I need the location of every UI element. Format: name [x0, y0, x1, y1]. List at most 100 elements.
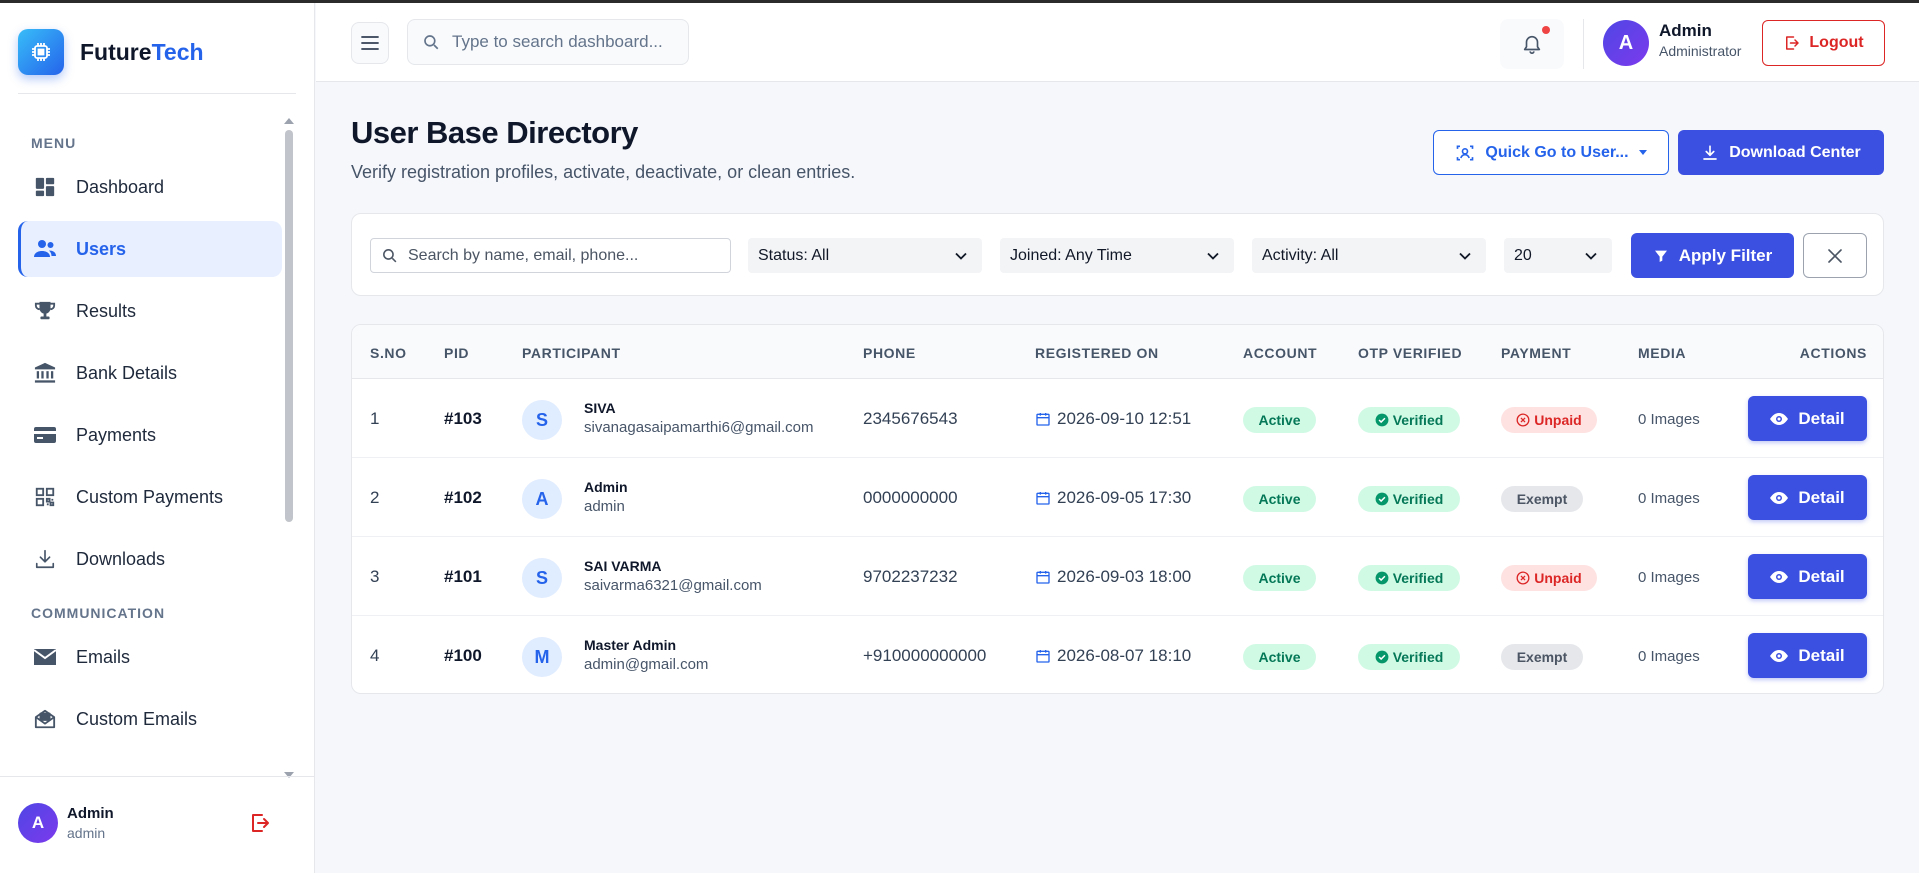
sidebar-scrollbar[interactable] [284, 118, 294, 778]
otp-verified-badge: Verified [1358, 644, 1460, 670]
calendar-icon [1036, 413, 1050, 426]
header-user-role: Administrator [1659, 43, 1742, 59]
calendar-icon [1036, 571, 1050, 584]
sidebar-item-label: Users [76, 238, 127, 259]
trophy-icon [32, 298, 58, 324]
user-search[interactable] [370, 238, 731, 273]
download-icon [1703, 144, 1718, 160]
sidebar-item-results[interactable]: Results [18, 283, 282, 339]
avatar: M [522, 637, 562, 677]
credit-card-icon [32, 422, 58, 448]
activity-filter-select[interactable]: Activity: All [1252, 238, 1486, 273]
logout-button[interactable]: Logout [1762, 20, 1885, 66]
avatar: S [522, 400, 562, 440]
registered-on: 2026-09-03 18:00 [1035, 567, 1191, 587]
detail-button[interactable]: Detail [1748, 554, 1867, 599]
search-icon [424, 35, 439, 50]
sidebar-item-label: Custom Payments [76, 486, 224, 507]
envelope-icon [32, 644, 58, 670]
media-count: 0 Images [1638, 648, 1700, 665]
scroll-up-arrow[interactable] [284, 118, 294, 124]
row-serial: 3 [370, 567, 380, 586]
dashboard-search[interactable] [407, 19, 689, 65]
sidebar-item-custom-emails[interactable]: Custom Emails [18, 691, 282, 747]
account-status-badge: Active [1243, 486, 1316, 512]
table-header: S.NO PID PARTICIPANT PHONE REGISTERED ON ACCO… [352, 325, 1883, 379]
row-pid: #101 [444, 567, 482, 586]
close-icon [1828, 248, 1842, 263]
check-circle-icon [1375, 413, 1389, 427]
search-icon [383, 249, 397, 263]
top-header: A Admin Administrator Logout [316, 3, 1919, 82]
account-status-badge: Active [1243, 407, 1316, 433]
download-center-button[interactable]: Download Center [1678, 130, 1884, 175]
sidebar-user: A Admin admin [0, 776, 315, 873]
notifications-button[interactable] [1500, 19, 1564, 69]
column-header-payment: PAYMENT [1501, 345, 1572, 361]
x-circle-icon [1516, 413, 1530, 427]
payment-status-badge: Exempt [1501, 644, 1583, 670]
bell-icon [1523, 35, 1541, 54]
logout-icon [1786, 36, 1800, 50]
payment-status-badge: Unpaid [1501, 407, 1597, 433]
quick-go-to-user-dropdown[interactable]: Quick Go to User... [1433, 130, 1669, 175]
page-subtitle: Verify registration profiles, activate, … [351, 162, 856, 182]
row-serial: 4 [370, 646, 380, 665]
brand[interactable]: FutureTech [18, 29, 204, 75]
sidebar-item-label: Dashboard [76, 176, 165, 197]
row-serial: 2 [370, 488, 380, 507]
sidebar-item-downloads[interactable]: Downloads [18, 531, 282, 587]
table-row: 2 #102 A Admin admin 0000000000 2026-09-05 17:… [352, 458, 1883, 537]
sidebar-item-label: Payments [76, 424, 157, 445]
clear-filter-button[interactable] [1803, 233, 1867, 278]
row-pid: #103 [444, 409, 482, 428]
avatar[interactable]: A [1603, 20, 1649, 66]
divider [1583, 19, 1584, 69]
table-row: 4 #100 M Master Admin admin@gmail.com +910000… [352, 616, 1883, 693]
sidebar-item-dashboard[interactable]: Dashboard [18, 159, 282, 215]
chevron-down-icon [1207, 252, 1219, 260]
chip-icon [18, 29, 64, 75]
table-row: 3 #101 S SAI VARMA saivarma6321@gmail.com 970… [352, 537, 1883, 616]
eye-icon [1770, 570, 1789, 583]
dashboard-search-input[interactable] [452, 32, 672, 52]
detail-button[interactable]: Detail [1748, 633, 1867, 678]
otp-verified-badge: Verified [1358, 565, 1460, 591]
sidebar-item-custom-payments[interactable]: Custom Payments [18, 469, 282, 525]
menu-toggle-button[interactable] [351, 22, 389, 64]
chevron-down-icon [955, 252, 967, 260]
calendar-icon [1036, 492, 1050, 505]
sidebar-item-bank-details[interactable]: Bank Details [18, 345, 282, 401]
joined-filter-select[interactable]: Joined: Any Time [1000, 238, 1234, 273]
sidebar-item-emails[interactable]: Emails [18, 629, 282, 685]
row-pid: #102 [444, 488, 482, 507]
column-header-otp-verified: OTP VERIFIED [1358, 345, 1463, 361]
user-scan-icon [1457, 145, 1474, 160]
participant-phone: 2345676543 [863, 409, 958, 428]
column-header-actions: ACTIONS [1799, 345, 1867, 361]
sidebar-item-users[interactable]: Users [18, 221, 282, 277]
bank-icon [32, 360, 58, 386]
user-search-input[interactable] [408, 246, 728, 265]
column-header-account: ACCOUNT [1243, 345, 1318, 361]
detail-button[interactable]: Detail [1748, 475, 1867, 520]
per-page-value: 20 [1514, 246, 1532, 264]
participant-phone: 9702237232 [863, 567, 958, 586]
sidebar-item-label: Bank Details [76, 362, 178, 383]
logout-icon[interactable] [248, 811, 272, 840]
filter-bar: Status: All Joined: Any Time Activity: A… [351, 213, 1884, 296]
per-page-select[interactable]: 20 [1504, 238, 1612, 273]
status-filter-select[interactable]: Status: All [748, 238, 982, 273]
apply-filter-button[interactable]: Apply Filter [1631, 233, 1794, 278]
registered-on: 2026-09-10 12:51 [1035, 409, 1191, 429]
scroll-thumb[interactable] [285, 130, 293, 522]
sidebar-item-label: Downloads [76, 548, 166, 569]
participant-name: SAI VARMA [584, 558, 662, 574]
dashboard-icon [32, 174, 58, 200]
chevron-down-icon [1638, 150, 1647, 155]
nav-section-title: MENU [31, 135, 77, 151]
participant-name: Admin [584, 479, 628, 495]
otp-verified-badge: Verified [1358, 407, 1460, 433]
detail-button[interactable]: Detail [1748, 396, 1867, 441]
sidebar-item-payments[interactable]: Payments [18, 407, 282, 463]
